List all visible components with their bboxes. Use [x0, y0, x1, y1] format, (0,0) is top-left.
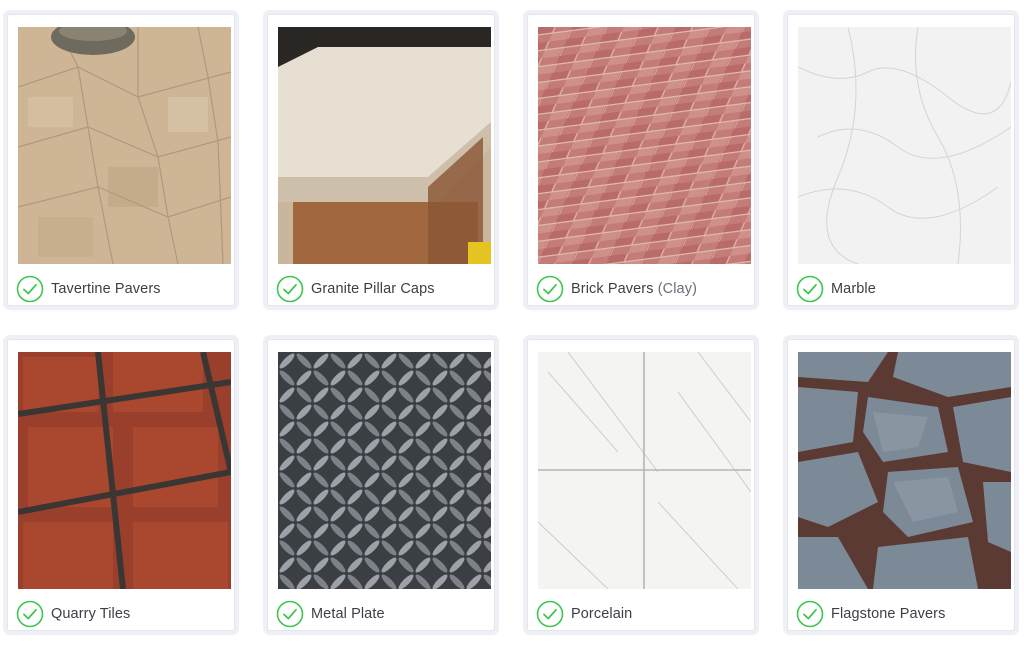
product-caption: Granite Pillar Caps: [276, 274, 435, 304]
product-caption: Metal Plate: [276, 599, 385, 629]
check-circle-icon: [16, 275, 44, 303]
brick-pavers-photo: [538, 27, 751, 264]
product-card-granite[interactable]: Granite Pillar Caps: [267, 14, 495, 306]
check-circle-icon: [796, 600, 824, 628]
product-name: Granite Pillar Caps: [311, 281, 435, 297]
product-name: Flagstone Pavers: [831, 606, 946, 622]
product-card-travertine[interactable]: Tavertine Pavers: [7, 14, 235, 306]
product-caption: Tavertine Pavers: [16, 274, 161, 304]
check-circle-icon: [276, 275, 304, 303]
check-circle-icon: [796, 275, 824, 303]
product-card-brick[interactable]: Brick Pavers (Clay): [527, 14, 755, 306]
product-caption: Flagstone Pavers: [796, 599, 945, 629]
product-card-porcelain[interactable]: Porcelain: [527, 339, 755, 631]
product-name: Tavertine Pavers: [51, 281, 161, 297]
quarry-tiles-photo: [18, 352, 231, 589]
flagstone-pavers-photo: [798, 352, 1011, 589]
product-name: Marble: [831, 281, 876, 297]
product-card-metal[interactable]: Metal Plate: [267, 339, 495, 631]
product-card-marble[interactable]: Marble: [787, 14, 1015, 306]
product-card-flagstone[interactable]: Flagstone Pavers: [787, 339, 1015, 631]
granite-pillar-cap-photo: [278, 27, 491, 264]
travertine-pavers-photo: [18, 27, 231, 264]
check-circle-icon: [16, 600, 44, 628]
check-circle-icon: [276, 600, 304, 628]
porcelain-photo: [538, 352, 751, 589]
marble-photo: [798, 27, 1011, 264]
product-name: Porcelain: [571, 606, 633, 622]
product-caption: Quarry Tiles: [16, 599, 130, 629]
product-caption: Brick Pavers (Clay): [536, 274, 697, 304]
product-caption: Marble: [796, 274, 876, 304]
product-card-quarry[interactable]: Quarry Tiles: [7, 339, 235, 631]
product-name: Metal Plate: [311, 606, 385, 622]
check-circle-icon: [536, 600, 564, 628]
product-caption: Porcelain: [536, 599, 632, 629]
surface-materials-grid: Tavertine Pavers Granite Pillar Caps Bri…: [0, 0, 1024, 647]
metal-plate-photo: [278, 352, 491, 589]
check-circle-icon: [536, 275, 564, 303]
product-name: Brick Pavers (Clay): [571, 281, 697, 297]
product-name: Quarry Tiles: [51, 606, 131, 622]
